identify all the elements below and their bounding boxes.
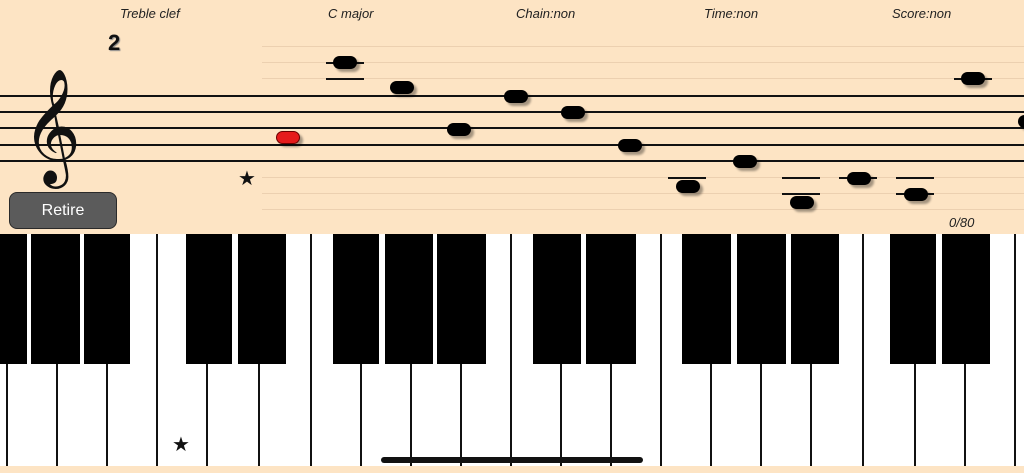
black-key[interactable] bbox=[385, 234, 433, 364]
ledger-line bbox=[668, 177, 706, 179]
note bbox=[504, 90, 528, 103]
staff-line bbox=[0, 127, 1024, 129]
black-key[interactable] bbox=[84, 234, 130, 364]
ledger-guide bbox=[262, 209, 1024, 210]
star-icon: ★ bbox=[238, 166, 256, 190]
note bbox=[618, 139, 642, 152]
note bbox=[733, 155, 757, 168]
score-label: Score:non bbox=[892, 6, 952, 21]
progress-counter: 0/80 bbox=[949, 215, 975, 230]
clef-label: Treble clef bbox=[120, 6, 180, 21]
note bbox=[447, 123, 471, 136]
current-note bbox=[276, 131, 300, 144]
staff-line bbox=[0, 144, 1024, 146]
ledger-line bbox=[782, 177, 820, 179]
staff-area: Treble clef C major Chain:non Time:non S… bbox=[0, 0, 1024, 234]
black-key[interactable] bbox=[186, 234, 232, 364]
staff-line bbox=[0, 111, 1024, 113]
black-key[interactable] bbox=[31, 234, 80, 364]
note bbox=[847, 172, 871, 185]
ledger-line bbox=[782, 193, 820, 195]
black-key[interactable] bbox=[586, 234, 636, 364]
black-key[interactable] bbox=[437, 234, 486, 364]
black-key[interactable] bbox=[942, 234, 990, 364]
ledger-line bbox=[326, 78, 364, 80]
white-key[interactable] bbox=[1014, 234, 1024, 466]
retire-button[interactable]: Retire bbox=[9, 192, 117, 229]
ledger-line bbox=[896, 177, 934, 179]
black-key[interactable] bbox=[791, 234, 839, 364]
home-indicator[interactable] bbox=[381, 457, 643, 463]
ledger-guide bbox=[262, 62, 1024, 63]
ledger-guide bbox=[262, 46, 1024, 47]
note bbox=[333, 56, 357, 69]
level-number: 2 bbox=[108, 30, 121, 55]
note bbox=[961, 72, 985, 85]
note bbox=[676, 180, 700, 193]
key-label: C major bbox=[328, 6, 374, 21]
note bbox=[561, 106, 585, 119]
chain-label: Chain:non bbox=[516, 6, 576, 21]
note bbox=[790, 196, 814, 209]
bottom-strip bbox=[0, 466, 1024, 473]
piano-keyboard[interactable]: ★ bbox=[0, 234, 1024, 466]
ledger-guide bbox=[262, 78, 1024, 79]
treble-clef-icon: 𝄞 bbox=[22, 67, 82, 184]
black-key[interactable] bbox=[890, 234, 936, 364]
black-key[interactable] bbox=[533, 234, 581, 364]
black-key[interactable] bbox=[737, 234, 786, 364]
note bbox=[390, 81, 414, 94]
black-key[interactable] bbox=[238, 234, 286, 364]
black-key[interactable] bbox=[333, 234, 379, 364]
note bbox=[1018, 115, 1024, 128]
black-key[interactable] bbox=[0, 234, 27, 364]
black-key[interactable] bbox=[682, 234, 731, 364]
star-icon: ★ bbox=[172, 432, 190, 456]
time-label: Time:non bbox=[704, 6, 759, 21]
staff-line bbox=[0, 160, 1024, 162]
note bbox=[904, 188, 928, 201]
